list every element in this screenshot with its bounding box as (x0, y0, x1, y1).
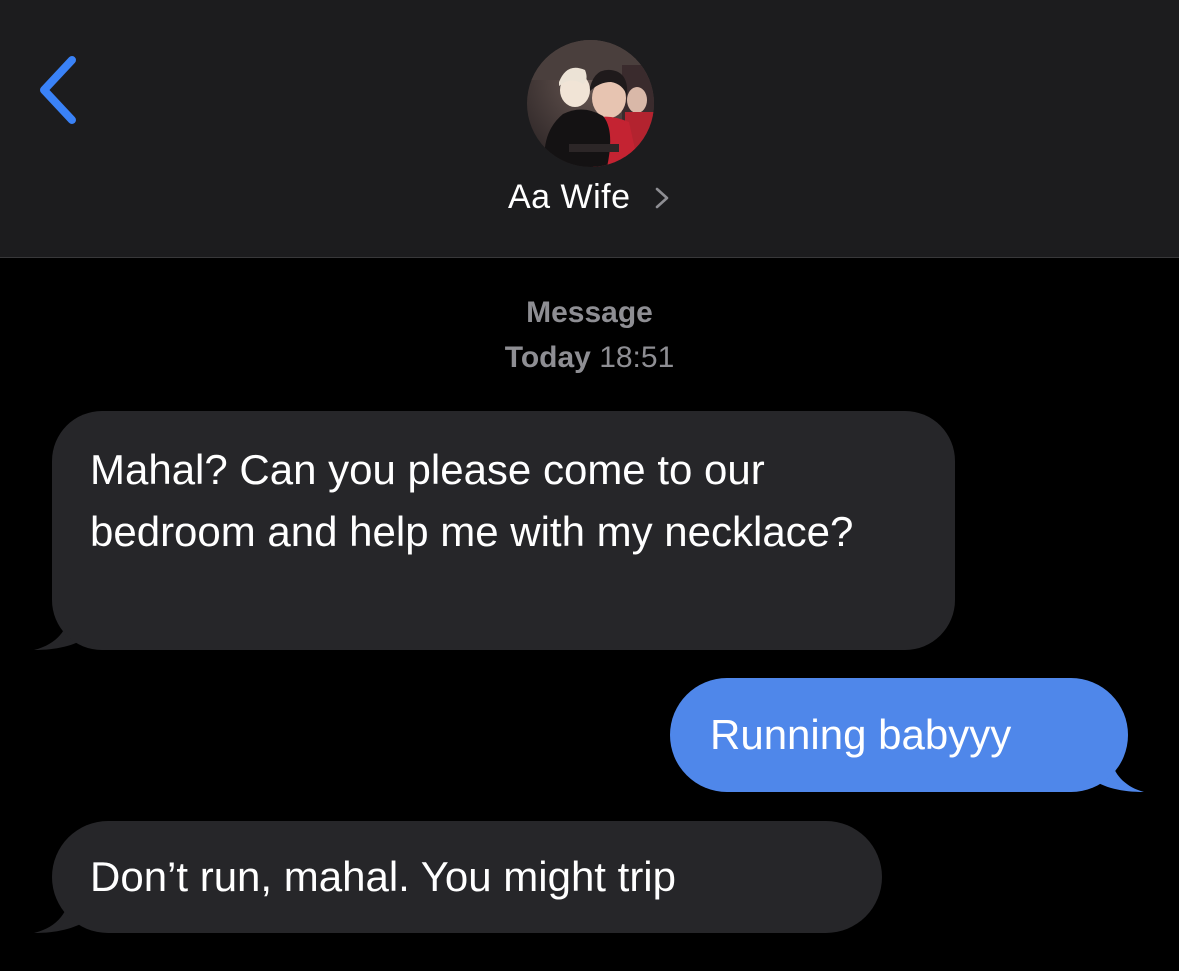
contact-avatar[interactable] (527, 40, 654, 167)
message-bubble-outgoing[interactable]: Running babyyy (670, 678, 1128, 792)
message-bubble-incoming[interactable]: Mahal? Can you please come to our bedroo… (52, 411, 955, 650)
chevron-right-icon (655, 187, 669, 208)
chevron-left-icon (40, 56, 76, 124)
message-text: Don’t run, mahal. You might trip (90, 853, 676, 900)
thread-timestamp: Today 18:51 (0, 341, 1179, 375)
back-button[interactable] (30, 52, 90, 128)
message-text: Mahal? Can you please come to our bedroo… (90, 446, 854, 555)
contact-name: Aa Wife (508, 178, 631, 216)
service-label: Message (526, 296, 653, 329)
contact-title-row[interactable]: Aa Wife (0, 178, 1179, 228)
conversation-header: Aa Wife (0, 0, 1179, 258)
message-text: Running babyyy (710, 711, 1012, 758)
timestamp-time: 18:51 (599, 341, 675, 374)
message-bubble-incoming[interactable]: Don’t run, mahal. You might trip (52, 821, 882, 933)
timestamp-day: Today (504, 341, 591, 374)
